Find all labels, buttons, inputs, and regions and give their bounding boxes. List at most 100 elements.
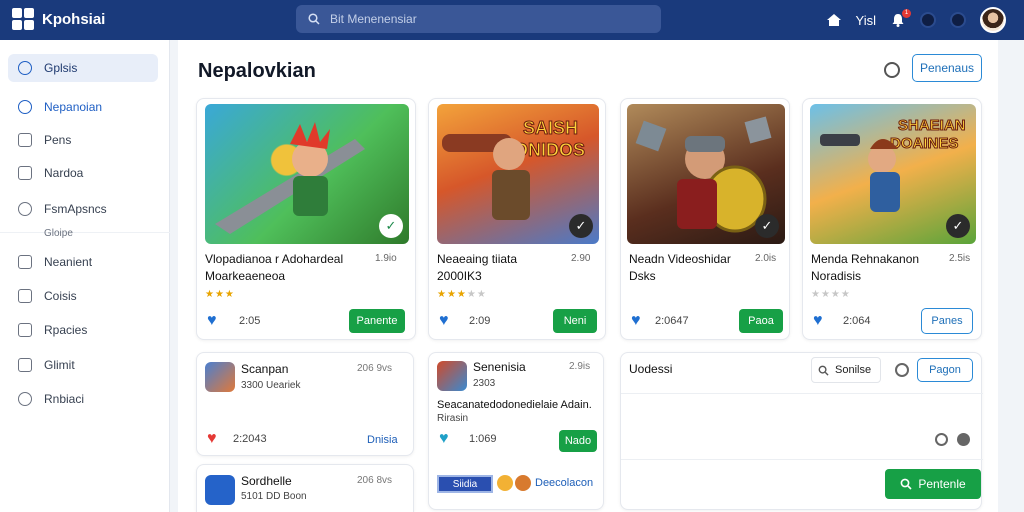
page-title: Nepalovkian (198, 60, 316, 82)
game-art-image[interactable]: SAISH DNIDOS ✓ (437, 104, 599, 244)
row-title: Scanpan (241, 362, 289, 376)
tag-badge[interactable]: Siidia (437, 475, 493, 493)
game-card-2[interactable]: SAISH DNIDOS ✓ Neaeaing tiiata 2.90 2000… (428, 98, 606, 340)
emoji-icon (515, 475, 531, 491)
heart-icon[interactable]: ♥ (631, 313, 649, 329)
avatar[interactable] (980, 7, 1006, 33)
heart-icon[interactable]: ♥ (439, 431, 457, 447)
game-title: Vlopadianoa r Adohardeal (205, 252, 344, 266)
game-art-image[interactable]: ✓ (627, 104, 785, 244)
panel-divider (621, 459, 983, 460)
game-art-image[interactable]: SHAEIAN DOAINES ✓ (810, 104, 976, 244)
game-subtitle: 2000IK3 (437, 269, 482, 283)
game-size: 1.9io (375, 253, 397, 264)
install-button[interactable]: Nado (559, 430, 597, 452)
game-card-1[interactable]: ✓ Vlopadianoa r Adohardeal 1.9io Moarkea… (196, 98, 416, 340)
verified-icon: ✓ (379, 214, 403, 238)
apps-icon[interactable] (950, 12, 966, 28)
clock-icon[interactable] (935, 433, 948, 446)
verified-icon: ✓ (569, 214, 593, 238)
game-title: Neaeaing tiiata (437, 252, 518, 266)
install-button[interactable]: Paoa (739, 309, 783, 333)
game-subtitle: Moarkeaeneoa (205, 269, 286, 283)
game-title: Menda Rehnakanon (811, 252, 920, 266)
svg-text:SHAEIAN: SHAEIAN (898, 117, 966, 134)
game-thumbnail[interactable] (437, 361, 467, 391)
list-card-1[interactable]: Scanpan 3300 Ueariek 206 9vs ♥ 2:2043 Dn… (196, 352, 414, 456)
user-label[interactable]: Yisl (856, 13, 876, 28)
description: Seacanatedodonedielaie Adain. (437, 399, 592, 411)
side-panel: Uodessi Sonilse Pagon Pentenle (620, 352, 983, 510)
sidebar-item-9[interactable]: Rnbiaci (8, 385, 158, 413)
description-secondary: Rirasin (437, 413, 469, 424)
emoji-icon (497, 475, 513, 491)
sidebar-item-label: FsmApsncs (44, 202, 107, 216)
sidebar-item-label: Nardoa (44, 166, 84, 180)
featured-list-card[interactable]: Senenisia 2303 2.9is Seacanatedodonediel… (428, 352, 604, 510)
primary-action-button[interactable]: Pentenle (885, 469, 981, 499)
game-card-3[interactable]: ✓ Neadn Videoshidar 2.0is Dsks ♥ 2:0647 … (620, 98, 790, 340)
install-button[interactable]: Neni (553, 309, 597, 333)
more-icon[interactable] (957, 433, 970, 446)
heart-icon[interactable]: ♥ (207, 313, 225, 329)
svg-text:DNIDOS: DNIDOS (515, 140, 585, 160)
clipboard-icon (18, 358, 32, 372)
svg-text:SAISH: SAISH (523, 118, 578, 138)
sidebar-item-label: Glimit (44, 358, 75, 372)
home-icon[interactable] (826, 13, 842, 27)
app-logo[interactable]: Kpohsiai (12, 8, 105, 30)
settings-icon[interactable] (895, 363, 909, 377)
sidebar-item-6[interactable]: Coisis (8, 282, 158, 310)
heart-icon[interactable]: ♥ (207, 431, 225, 447)
filter-dropdown[interactable]: Sonilse (811, 357, 881, 383)
download-count: 2:0647 (655, 315, 689, 327)
install-button[interactable]: Panente (349, 309, 405, 333)
sidebar-item-0[interactable]: Gplsis (8, 54, 158, 82)
top-bar: Kpohsiai Yisl 1 (0, 0, 1024, 40)
sidebar-item-7[interactable]: Rpacies (8, 316, 158, 344)
heart-icon[interactable]: ♥ (813, 313, 831, 329)
panel-action-button[interactable]: Pagon (917, 358, 973, 382)
rating-stars: ★★★★ (811, 289, 851, 300)
top-action-button[interactable]: Penenaus (912, 54, 982, 82)
game-card-4[interactable]: SHAEIAN DOAINES ✓ Menda Rehnakanon 2.5is… (802, 98, 982, 340)
sidebar-item-label: Nepanoian (44, 100, 103, 114)
sidebar-item-3[interactable]: Nardoa (8, 159, 158, 187)
sidebar-item-5[interactable]: Neanient (8, 248, 158, 276)
footer-link[interactable]: Deecolacon (535, 477, 593, 489)
list-card-2[interactable]: Sordhelle 5101 DD Boon 206 8vs (196, 464, 414, 512)
check-square-icon (18, 166, 32, 180)
game-thumbnail[interactable] (205, 362, 235, 392)
sidebar-item-8[interactable]: Glimit (8, 351, 158, 379)
circle-icon (18, 100, 32, 114)
game-subtitle: Dsks (629, 269, 656, 283)
sidebar-subtext: Gloipe (44, 228, 73, 239)
heart-icon[interactable]: ♥ (439, 313, 457, 329)
search-bar[interactable] (296, 5, 661, 33)
game-size: 2.5is (949, 253, 971, 264)
gear-icon (18, 61, 32, 75)
sidebar-item-1[interactable]: Nepanoian (8, 93, 158, 121)
details-link[interactable]: Dnisia (367, 434, 398, 446)
search-input[interactable] (330, 12, 630, 26)
game-art-image[interactable]: ✓ (205, 104, 409, 244)
refresh-icon[interactable] (884, 62, 900, 78)
install-button[interactable]: Panes (921, 308, 973, 334)
download-count: 2:09 (469, 315, 491, 327)
download-count: 2:05 (239, 315, 261, 327)
main-content: Nepalovkian Penenaus ✓ Vlopadianoa r Ado… (178, 40, 998, 512)
sidebar-item-2[interactable]: Pens (8, 126, 158, 154)
status-icon[interactable] (920, 12, 936, 28)
row-title: Senenisia (473, 360, 526, 374)
notification-bell-icon[interactable]: 1 (890, 9, 911, 28)
sidebar-item-4[interactable]: FsmApsncs (8, 195, 158, 223)
sidebar-item-label: Neanient (44, 255, 93, 269)
row-size: 206 8vs (357, 475, 393, 486)
sidebar-item-label: Coisis (44, 289, 77, 303)
verified-icon: ✓ (755, 214, 779, 238)
rating-stars: ★★★ (205, 289, 235, 300)
game-thumbnail[interactable] (205, 475, 235, 505)
bookmark-icon (18, 133, 32, 147)
download-count: 2:2043 (233, 433, 267, 445)
grid-icon (18, 289, 32, 303)
